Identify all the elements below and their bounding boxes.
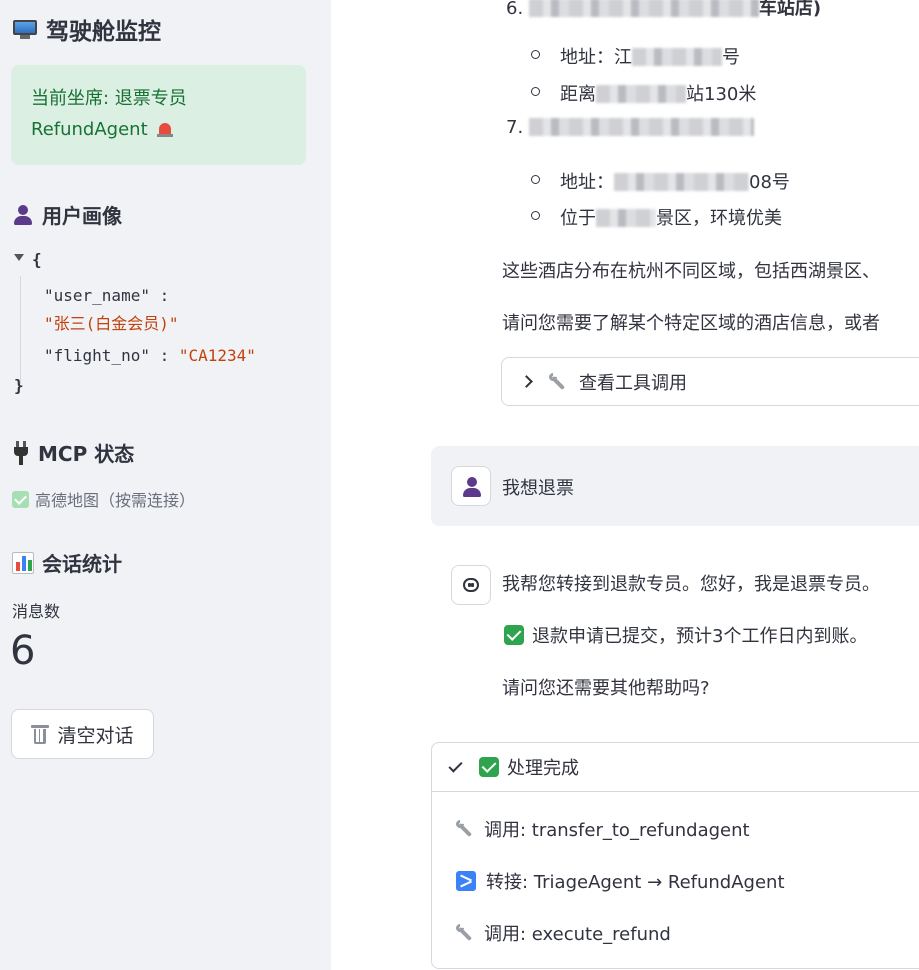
profile-heading: 用户画像 [12, 200, 122, 229]
assistant-reply: 我帮您转接到退款专员。您好，我是退票专员。 [502, 574, 880, 595]
status-item: 调用: transfer_to_refundagent [454, 816, 750, 842]
status-item: 转接: TriageAgent → RefundAgent [456, 868, 785, 894]
status-title: 处理完成 [507, 758, 579, 779]
sidebar-title: 驾驶舱监控 [12, 12, 161, 46]
bullet-icon [531, 175, 540, 184]
list-item-6: 6. 车站店) [506, 0, 821, 20]
address-prefix: 地址： [560, 172, 614, 193]
json-entry-flight-no: "flight_no" : "CA1234" [44, 344, 256, 368]
seat-label: 当前坐席: 退票专员 [31, 88, 187, 109]
address-suffix: 号 [722, 47, 740, 68]
json-close-brace: } [14, 376, 24, 395]
user-icon [12, 204, 34, 226]
hotel-6-address: 地址：江 号 [560, 43, 740, 69]
check-mark-icon [12, 490, 29, 508]
json-value: "张三(白金会员)" [44, 314, 179, 333]
metric-label: 消息数 [12, 602, 61, 621]
mcp-status-text: 高德地图（按需连接） [35, 491, 196, 510]
address-suffix: 08号 [749, 172, 790, 193]
assistant-avatar [451, 565, 491, 605]
profile-heading-text: 用户画像 [42, 204, 122, 228]
user-icon [461, 476, 483, 498]
user-avatar [451, 466, 491, 506]
summary-text: 这些酒店分布在杭州不同区域，包括西湖景区、 [502, 261, 880, 282]
bullet-icon [531, 50, 540, 59]
json-entry-user-name: "user_name" : "张三(白金会员)" [44, 282, 179, 338]
status-panel: 处理完成 调用: transfer_to_refundagent 转接: Tri… [431, 742, 919, 969]
user-message: 我想退票 [431, 446, 919, 526]
user-message-text: 我想退票 [502, 478, 574, 499]
bar-chart-icon [12, 551, 34, 574]
plug-icon [12, 440, 30, 465]
redacted-text [528, 0, 759, 17]
monitor-icon [12, 19, 38, 39]
check-icon [448, 757, 463, 773]
refund-confirm: 退款申请已提交，预计3个工作日内到账。 [504, 622, 867, 648]
clear-chat-button[interactable]: 清空对话 [11, 709, 154, 759]
hotel-name-tail: 车站店) [758, 0, 822, 19]
stats-heading: 会话统计 [12, 548, 122, 577]
address-prefix: 地址：江 [560, 47, 632, 68]
json-sep: : [149, 346, 170, 365]
check-mark-icon [479, 757, 499, 777]
question-text: 请问您需要了解某个特定区域的酒店信息，或者 [502, 313, 880, 334]
mcp-status-item: 高德地图（按需连接） [12, 487, 195, 511]
redacted-text [596, 209, 656, 227]
status-panel-header[interactable]: 处理完成 [432, 743, 919, 792]
status-item-text: 调用: transfer_to_refundagent [484, 820, 750, 841]
sidebar-title-text: 驾驶舱监控 [46, 19, 161, 45]
mcp-heading-text: MCP 状态 [38, 442, 135, 466]
check-icon [504, 625, 524, 645]
followup-text: 请问您还需要其他帮助吗? [502, 678, 710, 699]
wrench-icon [454, 922, 474, 942]
json-open-brace: { [32, 250, 42, 269]
wrench-icon [547, 370, 567, 391]
json-value: "CA1234" [178, 346, 256, 365]
trash-icon [31, 724, 50, 744]
status-item-text: 调用: execute_refund [484, 924, 671, 945]
clear-chat-label: 清空对话 [57, 724, 134, 747]
stats-heading-text: 会话统计 [42, 552, 122, 576]
bullet-icon [531, 87, 540, 96]
redacted-text [632, 48, 722, 66]
json-key: "user_name" [44, 286, 150, 305]
metric-value: 6 [10, 628, 36, 674]
json-key: "flight_no" [44, 346, 150, 365]
json-sep: : [149, 286, 170, 305]
hotel-7-location: 位于 景区，环境优美 [560, 204, 782, 230]
hotel-7-address: 地址： 08号 [560, 168, 790, 194]
refund-confirm-text: 退款申请已提交，预计3个工作日内到账。 [532, 626, 868, 647]
sidebar: 驾驶舱监控 当前坐席: 退票专员 RefundAgent 用户画像 { "use… [0, 0, 331, 970]
list-number: 6. [506, 0, 524, 19]
collapse-caret-icon[interactable] [14, 254, 24, 261]
tool-calls-label: 查看工具调用 [579, 372, 687, 394]
list-item-7: 7. [506, 117, 754, 138]
redacted-text [596, 85, 686, 103]
redacted-text [614, 173, 749, 191]
status-item: 调用: execute_refund [454, 920, 671, 946]
current-seat-alert: 当前坐席: 退票专员 RefundAgent [11, 65, 306, 165]
distance-suffix: 站130米 [686, 84, 757, 105]
seat-agent: RefundAgent [31, 119, 148, 140]
json-indent-guide [20, 276, 21, 384]
tool-calls-expander[interactable]: 查看工具调用 [501, 357, 919, 406]
chat-main: 6. 车站店) 地址：江 号 距离 站130米 7. 地址： 08号 位于 景区，环境优… [331, 0, 919, 970]
siren-icon [157, 121, 174, 137]
robot-icon [463, 578, 479, 592]
status-item-text: 转接: TriageAgent → RefundAgent [486, 872, 785, 893]
distance-prefix: 距离 [560, 84, 596, 105]
location-suffix: 景区，环境优美 [656, 208, 782, 229]
list-number: 7. [506, 117, 524, 138]
shuffle-icon [456, 871, 476, 891]
redacted-text [528, 118, 754, 136]
mcp-heading: MCP 状态 [12, 438, 134, 467]
hotel-6-distance: 距离 站130米 [560, 80, 756, 106]
bullet-icon [531, 211, 540, 220]
wrench-icon [454, 818, 474, 838]
chevron-right-icon [520, 375, 533, 388]
location-prefix: 位于 [560, 208, 596, 229]
